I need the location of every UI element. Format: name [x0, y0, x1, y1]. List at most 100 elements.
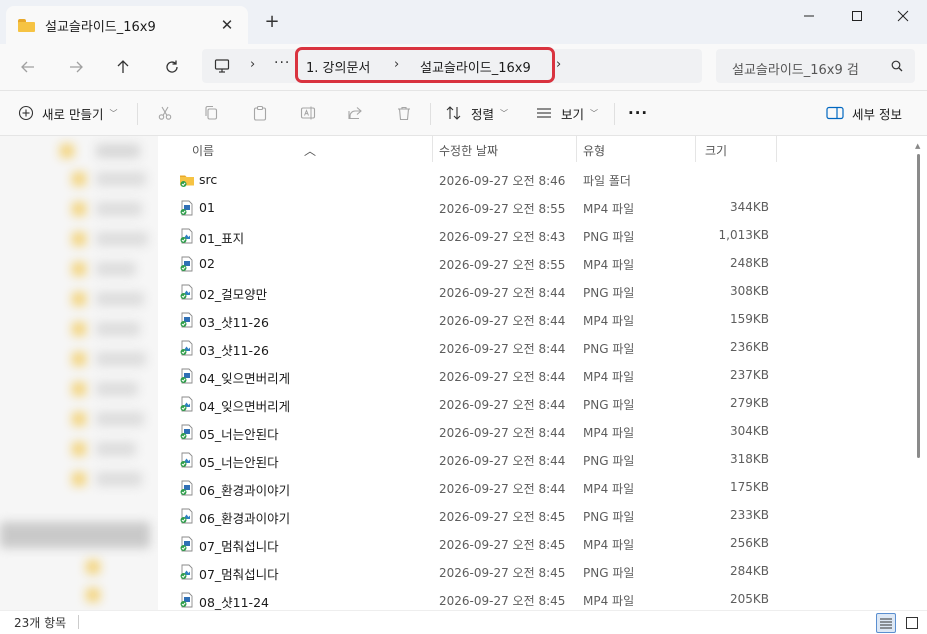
- mp4-file-icon: [179, 536, 195, 552]
- file-row[interactable]: 02 2026-09-27 오전 8:55 MP4 파일 248KB: [158, 250, 908, 278]
- rename-button[interactable]: [298, 103, 318, 123]
- png-file-icon: [179, 508, 195, 524]
- file-size: 159KB: [729, 312, 769, 326]
- navigation-pane[interactable]: [0, 136, 158, 610]
- search-box[interactable]: 설교슬라이드_16x9 검: [716, 49, 915, 83]
- file-row[interactable]: 03_샷11-26 2026-09-27 오전 8:44 MP4 파일 159KB: [158, 306, 908, 334]
- file-date: 2026-09-27 오전 8:55: [439, 202, 566, 216]
- file-row[interactable]: 04_잊으면버리게 2026-09-27 오전 8:44 PNG 파일 279KB: [158, 390, 908, 418]
- file-date: 2026-09-27 오전 8:45: [439, 538, 566, 552]
- up-button[interactable]: [107, 52, 139, 82]
- file-type: PNG 파일: [583, 286, 635, 300]
- minimize-icon: [804, 15, 814, 17]
- details-view-button[interactable]: [876, 613, 896, 633]
- png-file-icon: [179, 228, 195, 244]
- file-row[interactable]: 04_잊으면버리게 2026-09-27 오전 8:44 MP4 파일 237KB: [158, 362, 908, 390]
- chevron-right-icon[interactable]: ›: [250, 57, 255, 72]
- copy-button[interactable]: [201, 103, 221, 123]
- file-name: 03_샷11-26: [199, 315, 269, 330]
- file-date: 2026-09-27 오전 8:44: [439, 314, 566, 328]
- file-row[interactable]: 02_걸모양만 2026-09-27 오전 8:44 PNG 파일 308KB: [158, 278, 908, 306]
- tiles-view-icon: [906, 617, 918, 629]
- file-row[interactable]: 01_표지 2026-09-27 오전 8:43 PNG 파일 1,013KB: [158, 222, 908, 250]
- sort-button[interactable]: 정렬 ﹀: [445, 91, 508, 135]
- file-size: 233KB: [729, 508, 769, 522]
- view-button[interactable]: 보기 ﹀: [535, 91, 598, 135]
- column-divider[interactable]: [695, 136, 696, 162]
- mp4-file-icon: [179, 480, 195, 496]
- column-divider[interactable]: [432, 136, 433, 162]
- breadcrumb-overflow[interactable]: ···: [274, 55, 290, 71]
- scrollbar-thumb[interactable]: [917, 154, 920, 458]
- new-tab-button[interactable]: +: [262, 12, 282, 32]
- file-name: 05_너는안된다: [199, 427, 279, 442]
- column-header-type[interactable]: 유형: [583, 142, 605, 159]
- file-list[interactable]: ︿ 이름 수정한 날짜 유형 크기 src 2026-09-27 오전 8:46 파…: [158, 136, 927, 610]
- cut-button[interactable]: [155, 103, 175, 123]
- tab-current-folder[interactable]: 설교슬라이드_16x9 ✕: [6, 6, 248, 44]
- mp4-file-icon: [179, 256, 195, 272]
- column-divider[interactable]: [776, 136, 777, 162]
- delete-button[interactable]: [394, 103, 414, 123]
- file-type: PNG 파일: [583, 230, 635, 244]
- blurred-nav-item: [72, 232, 86, 246]
- blurred-nav-item: [96, 382, 138, 396]
- sort-button-label: 정렬: [471, 106, 495, 122]
- file-size: 237KB: [729, 368, 769, 382]
- paste-button[interactable]: [250, 103, 270, 123]
- column-header-name[interactable]: 이름: [192, 142, 214, 159]
- new-button[interactable]: 새로 만들기 ﹀: [18, 91, 117, 135]
- file-row[interactable]: 08_샷11-24 2026-09-27 오전 8:45 MP4 파일 205KB: [158, 586, 908, 610]
- close-window-button[interactable]: [879, 0, 927, 32]
- file-size: 236KB: [729, 340, 769, 354]
- png-file-icon: [179, 452, 195, 468]
- file-date: 2026-09-27 오전 8:45: [439, 594, 566, 608]
- search-input[interactable]: 설교슬라이드_16x9 검: [732, 59, 859, 78]
- close-icon: [897, 10, 909, 22]
- column-header-date[interactable]: 수정한 날짜: [439, 142, 498, 159]
- file-type: MP4 파일: [583, 202, 635, 216]
- file-row[interactable]: 01 2026-09-27 오전 8:55 MP4 파일 344KB: [158, 194, 908, 222]
- file-row[interactable]: 07_멈춰섭니다 2026-09-27 오전 8:45 MP4 파일 256KB: [158, 530, 908, 558]
- file-row[interactable]: 05_너는안된다 2026-09-27 오전 8:44 PNG 파일 318KB: [158, 446, 908, 474]
- arrow-up-icon: [117, 60, 129, 73]
- vertical-scrollbar[interactable]: ▲: [912, 140, 924, 610]
- tab-title: 설교슬라이드_16x9: [45, 19, 156, 35]
- file-row[interactable]: 06_환경과이야기 2026-09-27 오전 8:45 PNG 파일 233KB: [158, 502, 908, 530]
- back-button[interactable]: [12, 52, 44, 82]
- file-row[interactable]: 06_환경과이야기 2026-09-27 오전 8:44 MP4 파일 175KB: [158, 474, 908, 502]
- file-type: PNG 파일: [583, 510, 635, 524]
- file-row[interactable]: src 2026-09-27 오전 8:46 파일 폴더: [158, 166, 908, 194]
- file-row[interactable]: 03_샷11-26 2026-09-27 오전 8:44 PNG 파일 236KB: [158, 334, 908, 362]
- file-name: src: [199, 172, 218, 187]
- file-date: 2026-09-27 오전 8:45: [439, 566, 566, 580]
- file-row[interactable]: 05_너는안된다 2026-09-27 오전 8:44 MP4 파일 304KB: [158, 418, 908, 446]
- file-name: 04_잊으면버리게: [199, 399, 291, 414]
- column-header-size[interactable]: 크기: [705, 142, 727, 159]
- file-size: 284KB: [729, 564, 769, 578]
- details-pane-button[interactable]: 세부 정보: [826, 91, 902, 135]
- more-options-button[interactable]: ···: [628, 91, 648, 135]
- share-icon: [348, 107, 362, 120]
- blurred-nav-item: [86, 560, 100, 574]
- file-row[interactable]: 07_멈춰섭니다 2026-09-27 오전 8:45 PNG 파일 284KB: [158, 558, 908, 586]
- refresh-button[interactable]: [156, 52, 188, 82]
- plus-circle-icon: [18, 105, 34, 121]
- new-button-label: 새로 만들기: [42, 106, 104, 122]
- file-date: 2026-09-27 오전 8:44: [439, 426, 566, 440]
- file-type: PNG 파일: [583, 398, 635, 412]
- column-divider[interactable]: [576, 136, 577, 162]
- share-button[interactable]: [345, 103, 365, 123]
- chevron-right-icon[interactable]: ›: [556, 57, 561, 72]
- maximize-button[interactable]: [833, 0, 881, 32]
- divider: [137, 103, 138, 125]
- close-tab-icon[interactable]: ✕: [218, 16, 236, 34]
- file-name: 06_환경과이야기: [199, 483, 291, 498]
- file-name: 03_샷11-26: [199, 343, 269, 358]
- large-icons-view-button[interactable]: [902, 613, 922, 633]
- forward-button[interactable]: [60, 52, 92, 82]
- mp4-file-icon: [179, 312, 195, 328]
- minimize-button[interactable]: [785, 0, 833, 32]
- file-date: 2026-09-27 오전 8:44: [439, 398, 566, 412]
- scroll-up-icon[interactable]: ▲: [915, 142, 920, 150]
